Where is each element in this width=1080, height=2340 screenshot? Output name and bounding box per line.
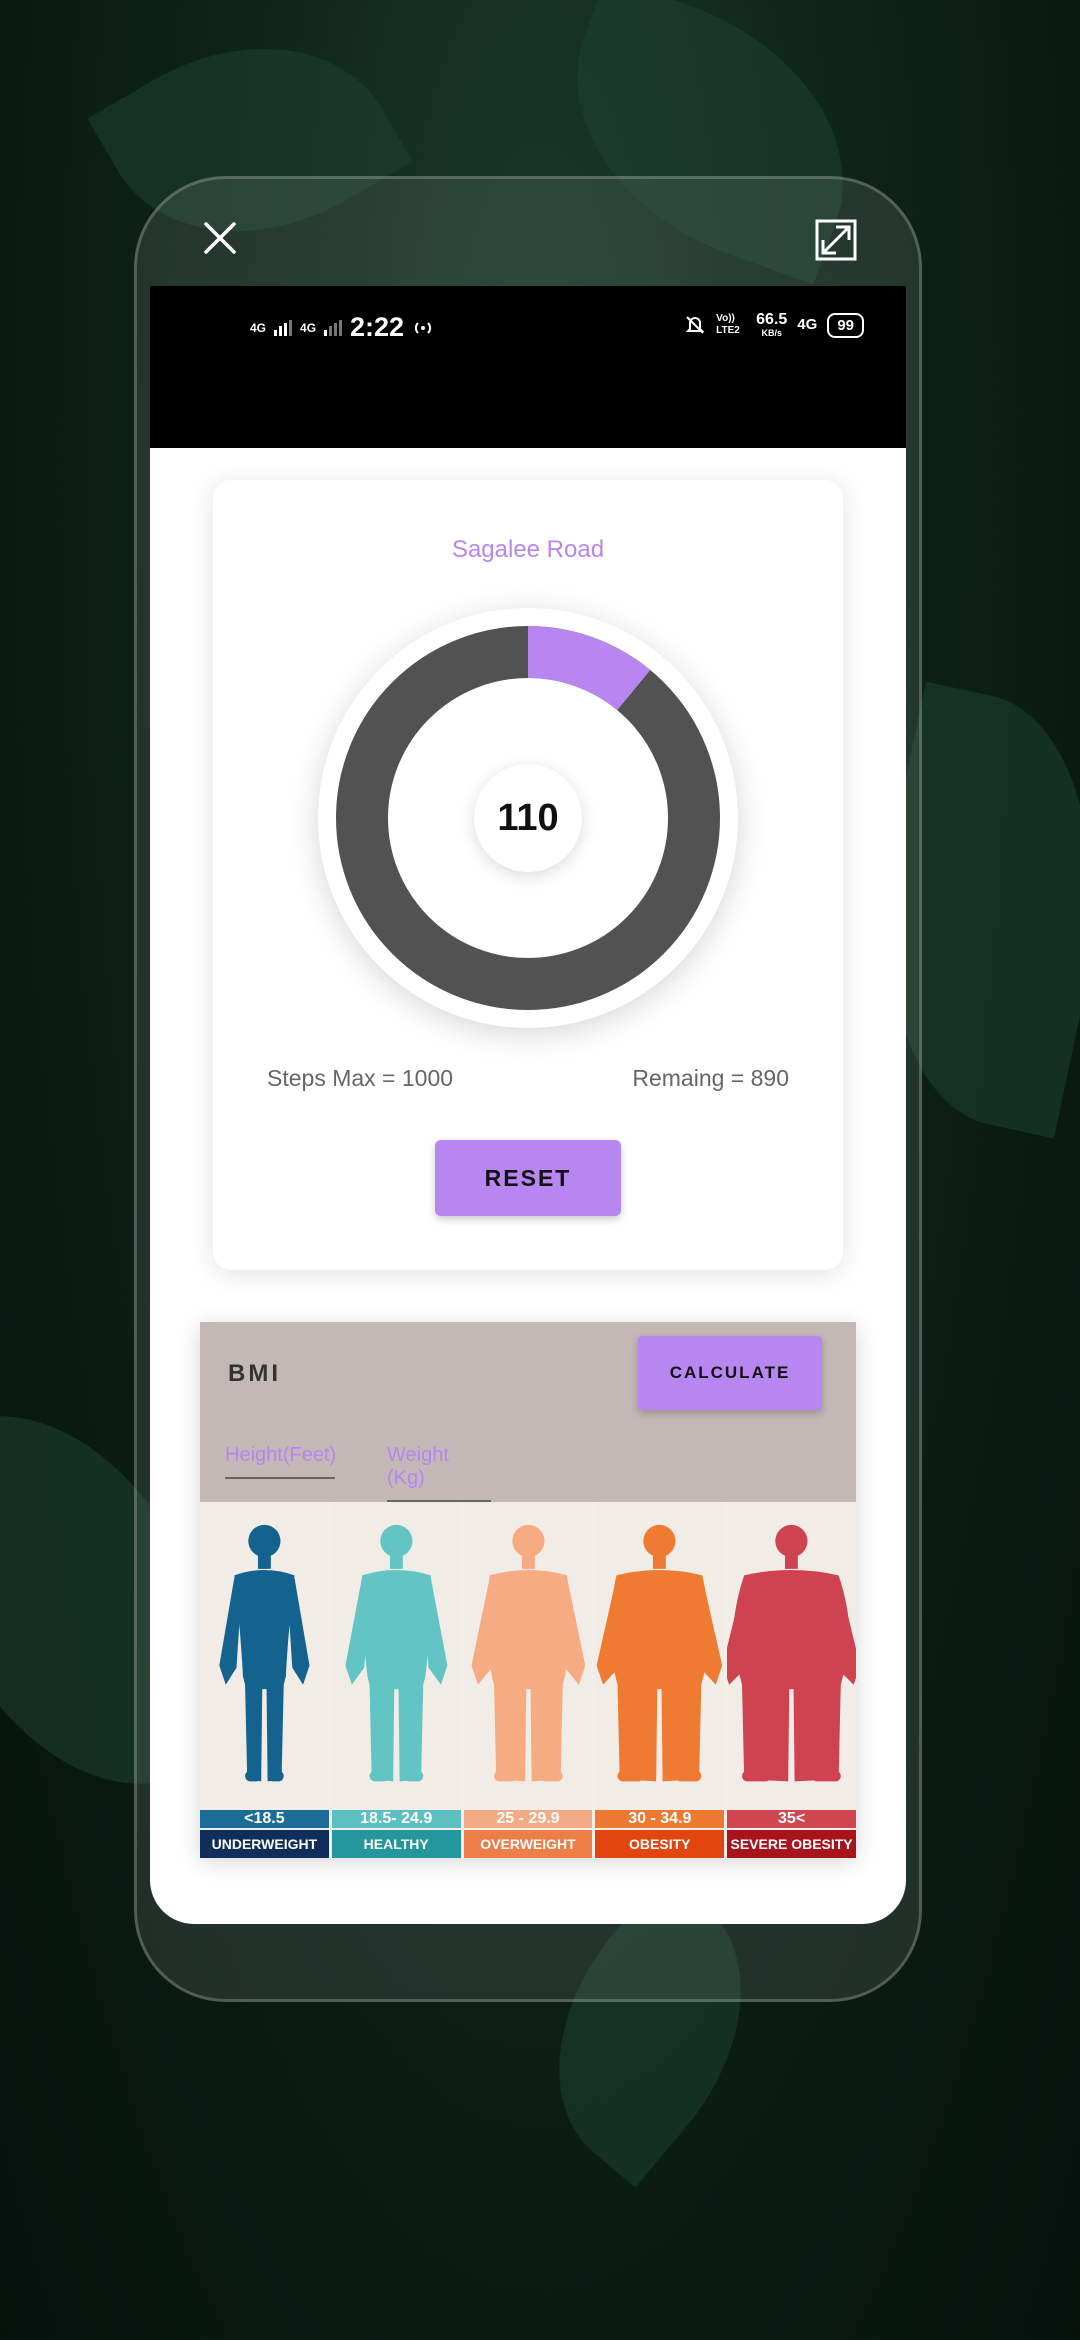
bmi-header: BMI CALCULATE Height(Feet) Weight (Kg) bbox=[200, 1322, 856, 1502]
body-silhouette-icon bbox=[331, 1502, 461, 1808]
network-indicator-1: 4G bbox=[250, 320, 267, 335]
bmi-range-label: 25 - 29.9 bbox=[463, 1809, 593, 1829]
bmi-category-chart: <18.5 UNDERWEIGHT 18.5- 24.9 HEALTHY 25 - 29… bbox=[200, 1502, 861, 1858]
bmi-range-label: 30 - 34.9 bbox=[595, 1809, 725, 1829]
expand-button[interactable] bbox=[814, 218, 858, 262]
calculate-button[interactable]: CALCULATE bbox=[638, 1336, 822, 1410]
remaining-label: Remaing = 890 bbox=[632, 1065, 789, 1091]
height-input[interactable]: Height(Feet) bbox=[225, 1444, 336, 1479]
bmi-category-label: UNDERWEIGHT bbox=[200, 1830, 329, 1858]
close-icon bbox=[204, 222, 236, 254]
volte-indicator: Vo)) LTE2 bbox=[716, 313, 740, 336]
body-silhouette-icon bbox=[595, 1502, 725, 1808]
signal-icon bbox=[324, 319, 343, 336]
signal-icon bbox=[274, 319, 293, 336]
hotspot-icon bbox=[414, 321, 432, 334]
network-indicator-3: 4G bbox=[797, 316, 818, 333]
close-button[interactable] bbox=[200, 218, 240, 258]
bmi-category-label: HEALTHY bbox=[331, 1830, 461, 1858]
expand-icon bbox=[815, 219, 857, 261]
bmi-category-label: OBESITY bbox=[595, 1830, 725, 1858]
progress-ring: 110 bbox=[318, 608, 738, 1028]
bmi-range-label: 35< bbox=[727, 1809, 856, 1829]
bmi-category-column: 35< SEVERE OBESITY bbox=[722, 1502, 861, 1858]
mute-notification-icon bbox=[685, 316, 705, 334]
steps-max-label: Steps Max = 1000 bbox=[267, 1065, 454, 1091]
location-title: Sagalee Road bbox=[451, 536, 605, 563]
bmi-title: BMI bbox=[228, 1360, 281, 1387]
network-indicator-2: 4G bbox=[300, 320, 317, 335]
weight-input[interactable]: Weight (Kg) bbox=[387, 1444, 491, 1502]
reset-button[interactable]: RESET bbox=[435, 1140, 621, 1216]
ring-progress-arc bbox=[527, 626, 651, 711]
clock: 2:22 bbox=[350, 312, 405, 342]
bmi-range-label: <18.5 bbox=[200, 1809, 329, 1829]
status-bar: 4G 4G 2:22 Vo)) LTE2 66.5 KB/s 4G 99 bbox=[150, 286, 906, 448]
body-silhouette-icon bbox=[463, 1502, 593, 1808]
bmi-category-label: SEVERE OBESITY bbox=[727, 1830, 856, 1858]
step-count: 110 bbox=[474, 764, 582, 872]
bmi-panel: BMI CALCULATE Height(Feet) Weight (Kg) <… bbox=[200, 1322, 861, 1858]
body-silhouette-icon bbox=[200, 1502, 329, 1808]
bmi-category-column: 25 - 29.9 OVERWEIGHT bbox=[463, 1502, 593, 1858]
step-counter-card: Sagalee Road 110 Steps Max = 1000 Remain… bbox=[213, 480, 843, 1270]
bmi-category-column: <18.5 UNDERWEIGHT bbox=[200, 1502, 329, 1858]
body-silhouette-icon bbox=[722, 1502, 861, 1808]
bmi-category-column: 18.5- 24.9 HEALTHY bbox=[331, 1502, 461, 1858]
network-speed: 66.5 bbox=[756, 311, 788, 328]
battery-indicator: 99 bbox=[827, 312, 864, 338]
bmi-range-label: 18.5- 24.9 bbox=[331, 1809, 461, 1829]
bmi-category-column: 30 - 34.9 OBESITY bbox=[595, 1502, 725, 1858]
network-speed-unit: KB/s bbox=[761, 328, 782, 338]
bmi-category-label: OVERWEIGHT bbox=[463, 1830, 593, 1858]
phone-screen: 4G 4G 2:22 Vo)) LTE2 66.5 KB/s 4G 99 Sag… bbox=[150, 286, 906, 1924]
